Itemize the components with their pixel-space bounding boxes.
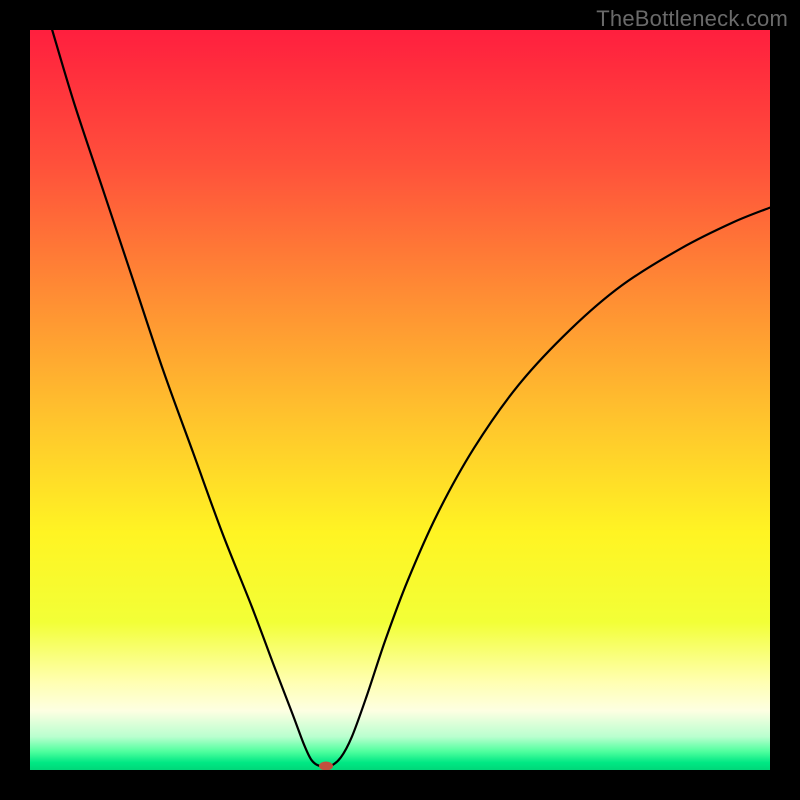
chart-svg (30, 30, 770, 770)
plot-area (30, 30, 770, 770)
gradient-background (30, 30, 770, 770)
watermark-text: TheBottleneck.com (596, 6, 788, 32)
chart-frame: TheBottleneck.com (0, 0, 800, 800)
